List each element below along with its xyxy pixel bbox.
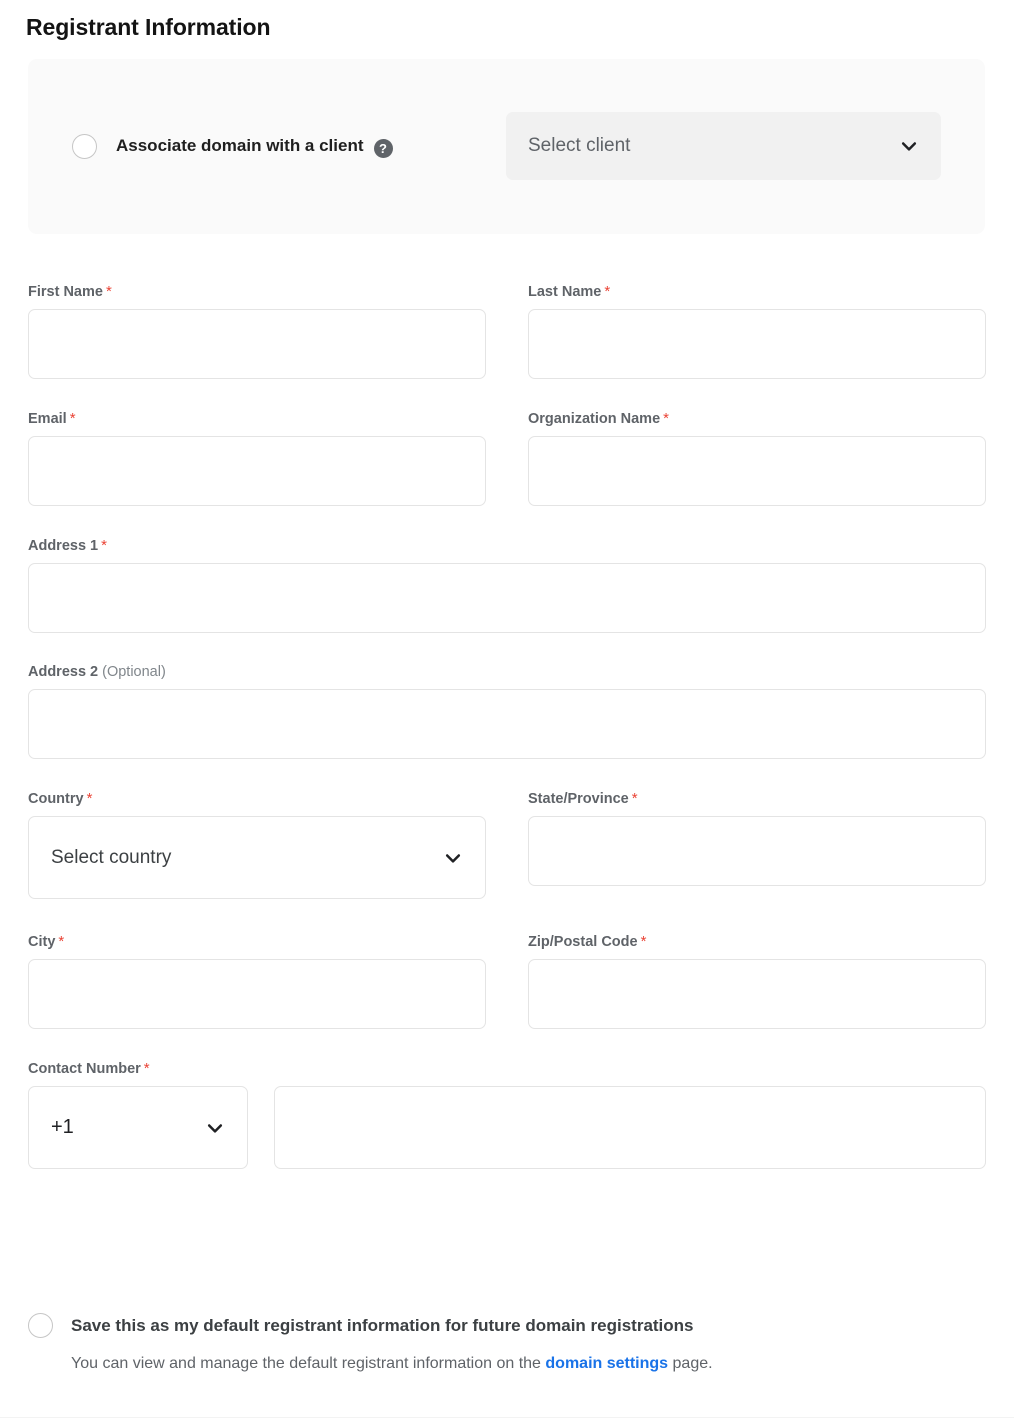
required-asterisk: * — [663, 410, 669, 427]
contact-number-label: Contact Number * — [28, 1060, 986, 1077]
city-zip-row: City * Zip/Postal Code * — [28, 933, 986, 1029]
organization-name-label: Organization Name * — [528, 410, 986, 427]
required-asterisk: * — [631, 790, 638, 807]
help-text-after: page. — [668, 1355, 713, 1372]
address-2-label: Address 2 (Optional) — [28, 664, 986, 680]
first-name-field: First Name * — [28, 283, 486, 379]
required-asterisk: * — [58, 933, 65, 950]
chevron-down-icon — [205, 1118, 225, 1138]
country-label-text: Country — [28, 791, 84, 807]
state-province-field: State/Province * — [528, 790, 986, 899]
city-input[interactable] — [28, 959, 486, 1029]
contact-number-field: Contact Number * +1 — [28, 1060, 986, 1169]
chevron-down-icon — [899, 136, 919, 156]
required-asterisk: * — [640, 933, 647, 950]
state-province-label: State/Province * — [528, 790, 986, 807]
last-name-field: Last Name * — [528, 283, 986, 379]
first-name-label: First Name * — [28, 283, 486, 300]
state-province-label-text: State/Province — [528, 791, 629, 807]
save-default-help-text: You can view and manage the default regi… — [71, 1355, 986, 1373]
address-2-input[interactable] — [28, 689, 986, 759]
select-client-dropdown[interactable]: Select client — [506, 112, 941, 180]
chevron-down-icon — [443, 848, 463, 868]
bottom-divider — [0, 1417, 1014, 1418]
country-field: Country * Select country — [28, 790, 486, 899]
address-1-label-text: Address 1 — [28, 538, 99, 554]
help-circle-icon[interactable]: ? — [373, 138, 393, 158]
country-select[interactable]: Select country — [28, 816, 486, 899]
save-default-section: Save this as my default registrant infor… — [28, 1313, 986, 1373]
email-label: Email * — [28, 410, 486, 427]
optional-marker: (Optional) — [102, 664, 166, 680]
country-label: Country * — [28, 790, 486, 807]
required-asterisk: * — [604, 283, 611, 300]
contact-number-input[interactable] — [274, 1086, 986, 1169]
state-province-input[interactable] — [528, 816, 986, 886]
last-name-label: Last Name * — [528, 283, 986, 300]
city-label-text: City — [28, 934, 56, 950]
country-select-placeholder: Select country — [51, 846, 172, 868]
associate-client-card: Associate domain with a client ? Select … — [28, 59, 985, 234]
address-1-input[interactable] — [28, 563, 986, 633]
registrant-information-page: Registrant Information Associate domain … — [0, 0, 1014, 1420]
select-client-placeholder: Select client — [528, 135, 631, 156]
page-title: Registrant Information — [26, 14, 271, 40]
city-label: City * — [28, 933, 486, 950]
country-code-select[interactable]: +1 — [28, 1086, 248, 1169]
save-default-label: Save this as my default registrant infor… — [71, 1315, 694, 1335]
contact-number-label-text: Contact Number — [28, 1061, 141, 1077]
email-label-text: Email — [28, 411, 67, 427]
address-2-field: Address 2 (Optional) — [28, 664, 986, 759]
address-2-row: Address 2 (Optional) — [28, 664, 986, 759]
save-default-radio[interactable] — [28, 1313, 53, 1338]
associate-domain-row[interactable]: Associate domain with a client ? — [72, 112, 393, 180]
address-1-field: Address 1 * — [28, 537, 986, 633]
required-asterisk: * — [105, 283, 112, 300]
required-asterisk: * — [101, 537, 107, 554]
address-2-label-text: Address 2 — [28, 664, 99, 680]
help-text-before: You can view and manage the default regi… — [71, 1355, 546, 1372]
organization-name-field: Organization Name * — [528, 410, 986, 506]
associate-domain-radio[interactable] — [72, 133, 97, 159]
zip-postal-code-field: Zip/Postal Code * — [528, 933, 986, 1029]
zip-postal-code-label-text: Zip/Postal Code — [528, 934, 638, 950]
organization-name-label-text: Organization Name — [528, 411, 661, 427]
email-field: Email * — [28, 410, 486, 506]
registrant-form: First Name * Last Name * Email * Organiz… — [28, 283, 986, 1169]
city-field: City * — [28, 933, 486, 1029]
zip-postal-code-label: Zip/Postal Code * — [528, 933, 986, 950]
required-asterisk: * — [69, 410, 76, 427]
zip-postal-code-input[interactable] — [528, 959, 986, 1029]
email-org-row: Email * Organization Name * — [28, 410, 986, 506]
required-asterisk: * — [143, 1060, 150, 1077]
last-name-label-text: Last Name — [528, 284, 602, 300]
country-state-row: Country * Select country State/Province * — [28, 790, 986, 899]
email-input[interactable] — [28, 436, 486, 506]
address-1-label: Address 1 * — [28, 537, 986, 554]
address-1-row: Address 1 * — [28, 537, 986, 633]
name-row: First Name * Last Name * — [28, 283, 986, 379]
organization-name-input[interactable] — [528, 436, 986, 506]
last-name-input[interactable] — [528, 309, 986, 379]
domain-settings-link[interactable]: domain settings — [545, 1355, 668, 1372]
save-default-row[interactable]: Save this as my default registrant infor… — [28, 1313, 986, 1338]
contact-number-row: +1 — [28, 1086, 986, 1169]
associate-domain-label: Associate domain with a client — [116, 136, 364, 155]
first-name-label-text: First Name — [28, 284, 103, 300]
country-code-value: +1 — [51, 1116, 74, 1138]
required-asterisk: * — [86, 790, 93, 807]
first-name-input[interactable] — [28, 309, 486, 379]
